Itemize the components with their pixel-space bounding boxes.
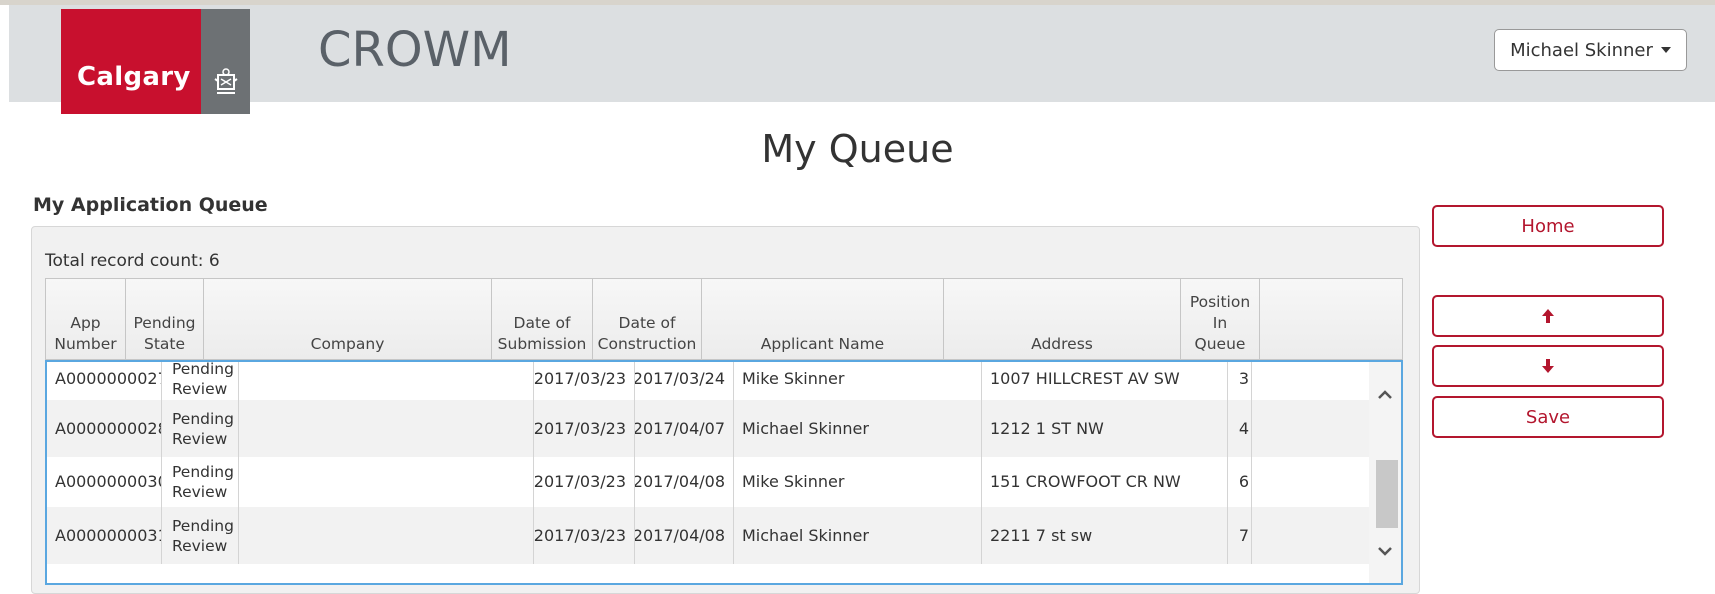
app-header [9, 5, 1715, 102]
logo-text: Calgary [77, 62, 191, 92]
construction-cell: 2017/04/08 [635, 507, 734, 564]
arrow-up-icon [1542, 309, 1554, 323]
column-header-position[interactable]: Position In Queue [1181, 279, 1260, 359]
position-cell: 4 [1228, 400, 1252, 457]
address-cell: 151 CROWFOOT CR NW [982, 453, 1228, 510]
app-number-cell: A0000000030 [47, 453, 162, 510]
state-cell: Pending Review [162, 453, 239, 510]
calgary-logo[interactable]: Calgary [61, 9, 201, 114]
page-title: My Queue [761, 127, 954, 171]
save-button[interactable]: Save [1432, 396, 1664, 438]
state-cell: Pending Review [162, 400, 239, 457]
address-cell: 2211 7 st sw [982, 507, 1228, 564]
submission-cell: 2017/03/23 [534, 453, 635, 510]
arrow-down-icon [1542, 359, 1554, 373]
position-cell: 7 [1228, 507, 1252, 564]
table-header: App Number Pending State Company Date of… [45, 278, 1403, 360]
queue-table-body[interactable]: A0000000027 Pending Review 2017/03/23 20… [45, 360, 1403, 585]
column-header-app-number[interactable]: App Number [46, 279, 126, 359]
record-count: Total record count: 6 [45, 251, 220, 271]
scrollbar-thumb[interactable] [1376, 460, 1398, 528]
column-header-pending-state[interactable]: Pending State [126, 279, 204, 359]
submission-cell: 2017/03/23 [534, 400, 635, 457]
construction-cell: 2017/04/08 [635, 453, 734, 510]
table-row[interactable]: A0000000030 Pending Review 2017/03/23 20… [47, 453, 1369, 510]
construction-cell: 2017/04/07 [635, 400, 734, 457]
column-header-submission[interactable]: Date of Submission [492, 279, 593, 359]
column-header-company[interactable]: Company [204, 279, 492, 359]
user-name: Michael Skinner [1510, 39, 1653, 61]
address-cell: 1212 1 ST NW [982, 400, 1228, 457]
app-number-cell: A0000000028 [47, 400, 162, 457]
company-cell [239, 453, 534, 510]
company-cell [239, 400, 534, 457]
table-row[interactable]: A0000000031 Pending Review 2017/03/23 20… [47, 507, 1369, 564]
scroll-up-icon[interactable] [1369, 382, 1401, 406]
column-header-construction[interactable]: Date of Construction [593, 279, 702, 359]
applicant-cell: Mike Skinner [734, 453, 982, 510]
applicant-cell: Michael Skinner [734, 400, 982, 457]
table-row[interactable]: A0000000028 Pending Review 2017/03/23 20… [47, 400, 1369, 457]
column-header-address[interactable]: Address [944, 279, 1181, 359]
table-scrollbar[interactable] [1369, 362, 1401, 583]
applicant-cell: Michael Skinner [734, 507, 982, 564]
app-number-cell: A0000000031 [47, 507, 162, 564]
move-down-button[interactable] [1432, 345, 1664, 387]
crest-icon [214, 68, 238, 94]
app-title: CROWM [318, 22, 512, 78]
submission-cell: 2017/03/23 [534, 507, 635, 564]
caret-down-icon [1660, 47, 1671, 53]
user-menu-button[interactable]: Michael Skinner [1494, 29, 1687, 71]
section-title: My Application Queue [33, 194, 268, 216]
move-up-button[interactable] [1432, 295, 1664, 337]
city-crest-logo [201, 9, 250, 114]
column-header-applicant[interactable]: Applicant Name [702, 279, 944, 359]
company-cell [239, 507, 534, 564]
scroll-down-icon[interactable] [1369, 540, 1401, 564]
home-button[interactable]: Home [1432, 205, 1664, 247]
position-cell: 6 [1228, 453, 1252, 510]
state-cell: Pending Review [162, 507, 239, 564]
